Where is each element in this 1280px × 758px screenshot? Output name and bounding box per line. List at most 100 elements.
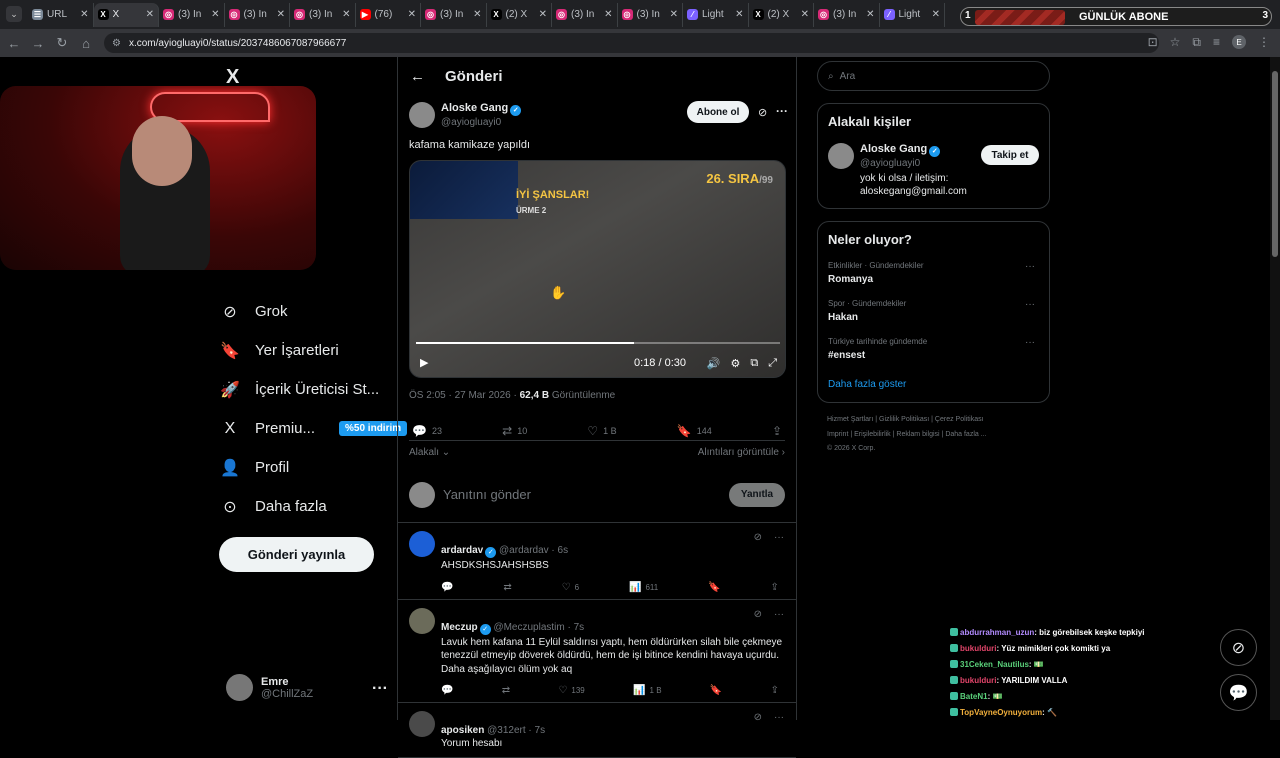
tab-close-icon[interactable]: ✕ xyxy=(342,9,350,20)
tab-item[interactable]: ⁄ Light ✕ xyxy=(880,2,945,27)
author-avatar[interactable] xyxy=(409,102,435,128)
sidebar-item-person[interactable]: 👤 Profil xyxy=(219,448,407,487)
tab-close-icon[interactable]: ✕ xyxy=(277,9,285,20)
like-action[interactable]: ♡ 139 xyxy=(558,685,584,696)
trend-item[interactable]: Spor · Gündemdekiler Hakan ··· xyxy=(828,299,1039,323)
tab-item[interactable]: ◎ (3) In ✕ xyxy=(421,2,487,27)
tab-item[interactable]: ◎ (3) In ✕ xyxy=(225,2,290,27)
reply-handle[interactable]: @Meczuplastim xyxy=(493,622,564,633)
like-action[interactable]: ♡ 1 B xyxy=(587,424,616,438)
tab-item[interactable]: ▶ (76) ✕ xyxy=(356,2,421,27)
grok-icon[interactable]: ⊘ xyxy=(754,609,762,620)
reply-action[interactable]: 💬 23 xyxy=(412,424,442,438)
share-action[interactable]: ⇪ xyxy=(772,424,782,438)
page-scrollbar[interactable] xyxy=(1270,57,1280,720)
tab-item[interactable]: ◎ (3) In ✕ xyxy=(159,2,225,27)
tab-item[interactable]: ⁄ Light ✕ xyxy=(683,2,749,27)
reply-handle[interactable]: @ardardav xyxy=(499,545,549,556)
reply-more-icon[interactable]: ··· xyxy=(774,609,784,620)
tab-item[interactable]: ◎ (3) In ✕ xyxy=(290,2,356,27)
tab-close-icon[interactable]: ✕ xyxy=(539,9,547,20)
account-more-icon[interactable]: ··· xyxy=(372,680,388,698)
forward-arrow-icon[interactable]: → xyxy=(26,36,50,51)
author-name[interactable]: Aloske Gang xyxy=(441,102,508,114)
account-switcher[interactable]: Emre @ChillZaZ ··· xyxy=(226,674,388,701)
post-button[interactable]: Gönderi yayınla xyxy=(219,537,374,572)
volume-icon[interactable]: 🔊 xyxy=(707,357,721,370)
messages-fab-icon[interactable]: 💬 xyxy=(1220,674,1257,711)
sidebar-item-bookmark[interactable]: 🔖 Yer İşaretleri xyxy=(219,331,407,370)
share-action[interactable]: ⇪ xyxy=(771,685,779,696)
tab-close-icon[interactable]: ✕ xyxy=(80,9,88,20)
bookmark-action[interactable]: 🔖 xyxy=(708,582,720,593)
post-more-icon[interactable]: ··· xyxy=(776,104,788,118)
bookmark-star-icon[interactable]: ☆ xyxy=(1170,35,1181,50)
related-avatar[interactable] xyxy=(828,143,854,169)
tab-close-icon[interactable]: ✕ xyxy=(473,9,481,20)
tab-item[interactable]: X (2) X ✕ xyxy=(487,2,552,27)
tab-item[interactable]: X (2) X ✕ xyxy=(749,2,814,27)
pip-icon[interactable]: ⧉ xyxy=(750,357,758,370)
reply-author-name[interactable]: ardardav xyxy=(441,545,483,556)
sidebar-item-more-circle[interactable]: ⊙ Daha fazla xyxy=(219,487,407,526)
address-bar[interactable]: ⚙ x.com/ayiogluayi0/status/2037486067087… xyxy=(104,33,1159,53)
tab-close-icon[interactable]: ✕ xyxy=(670,9,678,20)
show-more-link[interactable]: Daha fazla göster xyxy=(828,379,1039,390)
reply-author-name[interactable]: Meczup xyxy=(441,622,478,633)
grok-icon[interactable]: ⊘ xyxy=(754,532,762,543)
footer-link[interactable]: Daha fazla ... xyxy=(945,431,986,438)
relevance-dropdown[interactable]: Alakalı ⌄ xyxy=(409,447,450,461)
chat-username[interactable]: bukulduri xyxy=(960,676,996,685)
tab-item[interactable]: ◎ (3) In ✕ xyxy=(618,2,683,27)
back-arrow-icon[interactable]: ← xyxy=(410,68,425,85)
tab-close-icon[interactable]: ✕ xyxy=(866,9,874,20)
reply-button[interactable]: Yanıtla xyxy=(729,482,785,507)
profile-avatar[interactable]: E xyxy=(1232,35,1246,49)
chat-username[interactable]: bukulduri xyxy=(960,644,996,653)
footer-link[interactable]: Çerez Politikası xyxy=(935,416,984,423)
like-action[interactable]: ♡ 6 xyxy=(562,582,579,593)
tab-item[interactable]: ◎ (3) In ✕ xyxy=(552,2,618,27)
trend-more-icon[interactable]: ··· xyxy=(1025,299,1035,310)
post-time[interactable]: ÖS 2:05 · 27 Mar 2026 xyxy=(409,390,511,401)
reply-avatar[interactable] xyxy=(409,531,435,557)
reply-time[interactable]: 7s xyxy=(574,622,585,633)
install-app-icon[interactable]: ⊡ xyxy=(1148,35,1158,50)
related-handle[interactable]: @ayiogluayi0 xyxy=(860,157,980,170)
footer-link[interactable]: Erişilebilirlik xyxy=(854,431,891,438)
fullscreen-icon[interactable]: ⤢ xyxy=(768,357,777,370)
reply-time[interactable]: 6s xyxy=(558,545,569,556)
tab-item[interactable]: ◎ (3) In ✕ xyxy=(814,2,880,27)
tab-close-icon[interactable]: ✕ xyxy=(604,9,612,20)
bookmark-action[interactable]: 🔖 144 xyxy=(677,424,712,438)
related-person[interactable]: Aloske Gang ✓ @ayiogluayi0 yok ki olsa / … xyxy=(828,143,1039,198)
reply-avatar[interactable] xyxy=(409,711,435,737)
trend-item[interactable]: Etkinlikler · Gündemdekiler Romanya ··· xyxy=(828,261,1039,285)
chat-username[interactable]: TopVayneOynuyorum xyxy=(960,708,1042,717)
view-quotes-link[interactable]: Alıntıları görüntüle › xyxy=(698,447,785,461)
footer-link[interactable]: Reklam bilgisi xyxy=(896,431,939,438)
tab-close-icon[interactable]: ✕ xyxy=(735,9,743,20)
tab-close-icon[interactable]: ✕ xyxy=(801,9,809,20)
site-info-icon[interactable]: ⚙ xyxy=(112,38,121,49)
chat-username[interactable]: BateN1 xyxy=(960,692,988,701)
reply-time[interactable]: 7s xyxy=(535,725,546,736)
home-icon[interactable]: ⌂ xyxy=(74,36,98,51)
repost-action[interactable]: ⇄ 10 xyxy=(502,424,527,438)
bookmark-action[interactable]: 🔖 xyxy=(710,685,722,696)
repost-action[interactable]: ⇄ xyxy=(503,582,511,593)
tab-close-icon[interactable]: ✕ xyxy=(408,9,416,20)
subscribe-button[interactable]: Abone ol xyxy=(687,101,749,123)
reply-action[interactable]: 💬 xyxy=(441,685,453,696)
tab-item[interactable]: X X ✕ xyxy=(93,2,159,27)
browser-menu-icon[interactable]: ⋮ xyxy=(1258,35,1270,50)
sidebar-item-x-premium[interactable]: X Premiu... %50 indirim xyxy=(219,409,408,448)
related-name[interactable]: Aloske Gang xyxy=(860,143,927,155)
trend-more-icon[interactable]: ··· xyxy=(1025,337,1035,348)
footer-link[interactable]: Hizmet Şartları xyxy=(827,416,873,423)
back-arrow-icon[interactable]: ← xyxy=(2,36,26,51)
reply-avatar[interactable] xyxy=(409,607,435,634)
footer-link[interactable]: Gizlilik Politikası xyxy=(879,416,929,423)
grok-icon[interactable]: ⊘ xyxy=(758,106,767,119)
play-icon[interactable]: ▶ xyxy=(420,356,428,369)
